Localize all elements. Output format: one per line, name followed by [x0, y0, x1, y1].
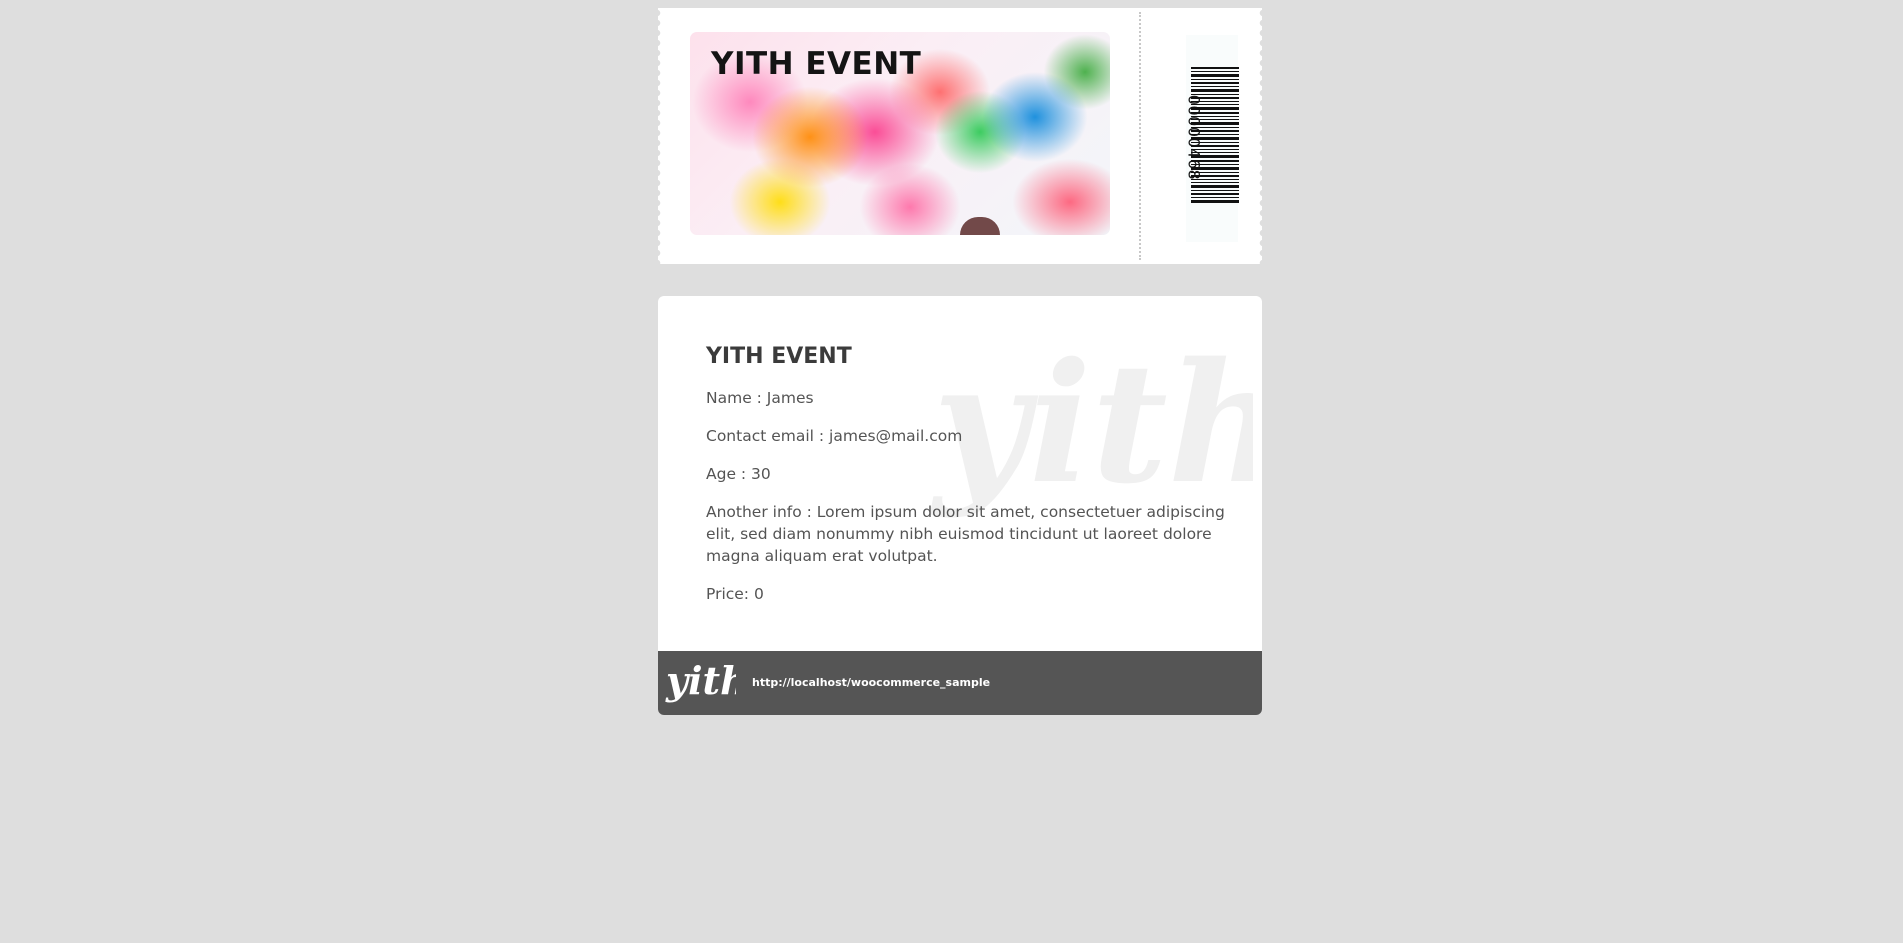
details-footer: yith http://localhost/woocommerce_sample	[658, 651, 1262, 715]
detail-age: Age : 30	[706, 465, 771, 483]
ticket-stub: 00000468	[1185, 35, 1239, 242]
detail-price: Price: 0	[706, 585, 764, 603]
details-title: YITH EVENT	[706, 344, 852, 369]
barcode-icon	[1191, 67, 1239, 203]
detail-another-info: Another info : Lorem ipsum dolor sit ame…	[706, 503, 1225, 565]
svg-text:yith: yith	[665, 658, 736, 703]
ticket-perforation	[1139, 12, 1141, 260]
footer-site-url[interactable]: http://localhost/woocommerce_sample	[752, 676, 990, 689]
yith-logo-icon: yith	[665, 658, 736, 703]
event-ticket: YITH EVENT 00000468	[657, 8, 1262, 264]
ticket-hero-image: YITH EVENT	[690, 32, 1110, 235]
ticket-details-card: yith YITH EVENT Name : James Contact ema…	[658, 296, 1262, 715]
ticket-hero-title: YITH EVENT	[711, 46, 922, 82]
hero-crowd-shape	[960, 217, 1000, 235]
details-body: YITH EVENT Name : James Contact email : …	[706, 344, 1226, 621]
detail-contact-email: Contact email : james@mail.com	[706, 427, 963, 445]
detail-name: Name : James	[706, 389, 814, 407]
